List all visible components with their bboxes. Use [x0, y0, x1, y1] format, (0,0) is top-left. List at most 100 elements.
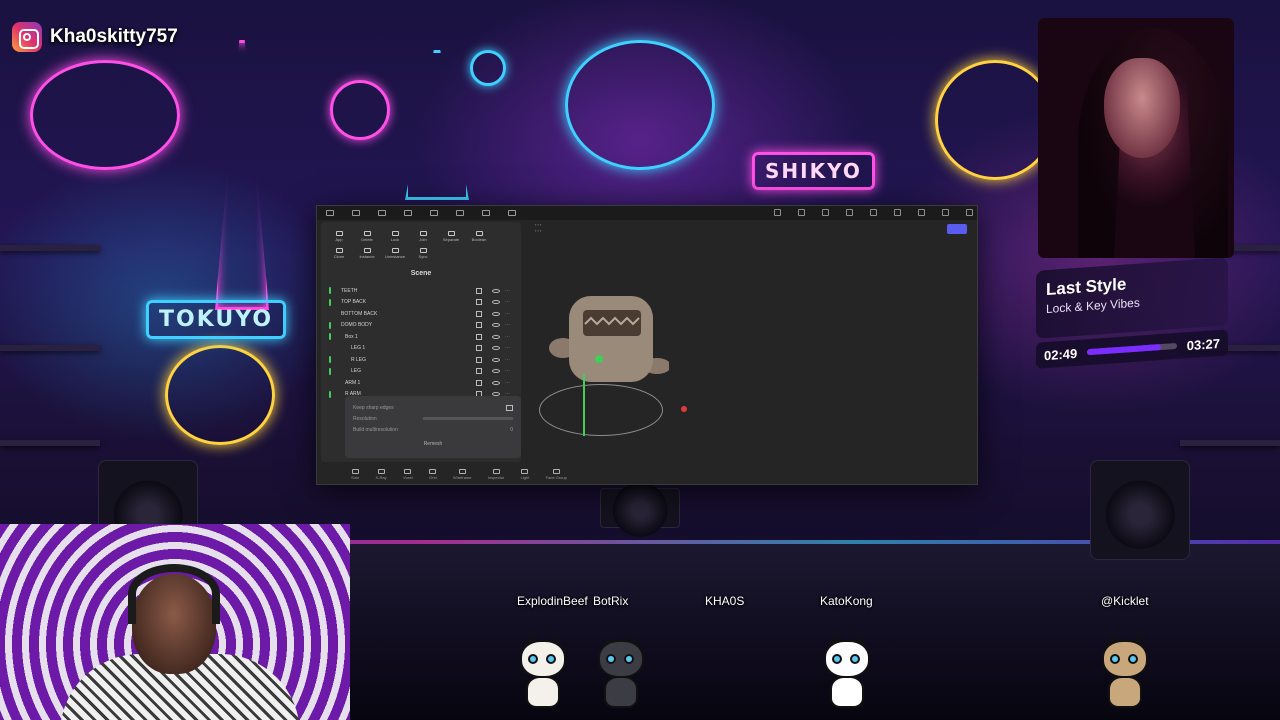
camera-icon[interactable]	[456, 210, 464, 216]
remesh-button[interactable]: Remesh	[353, 441, 513, 447]
more-icon[interactable]: ⋯	[505, 288, 513, 294]
move-icon[interactable]	[798, 209, 805, 216]
menu-icon[interactable]	[326, 210, 334, 216]
keep-sharp-label: Keep sharp edges	[353, 404, 394, 411]
more-icon[interactable]: ⋯	[505, 368, 513, 374]
hierarchy-row[interactable]: TOP BACK ⋯	[329, 297, 513, 309]
eye-icon[interactable]	[492, 380, 500, 385]
gizmo-red-handle[interactable]	[681, 406, 687, 412]
scene-icon[interactable]	[378, 210, 386, 216]
hierarchy-item-label: LEG 1	[351, 345, 366, 352]
visibility-marker	[329, 333, 331, 341]
paint-icon[interactable]	[894, 209, 901, 216]
hierarchy-row[interactable]: ARM 1 ⋯	[329, 377, 513, 389]
viewer-cat-avatar-1	[516, 636, 570, 710]
gallery-icon[interactable]	[508, 210, 516, 216]
scene-tool-separate[interactable]: Separate	[439, 227, 463, 242]
visibility-marker	[329, 310, 331, 317]
hierarchy-checkbox[interactable]	[476, 322, 482, 329]
scene-tool-delete[interactable]: Delete	[355, 227, 379, 242]
smooth-icon[interactable]	[822, 209, 829, 216]
bottom-tool-x-ray[interactable]: X-Ray	[376, 468, 387, 480]
viewer-cat-avatar-2	[594, 636, 648, 710]
more-icon[interactable]: ⋯	[505, 345, 513, 351]
hierarchy-row[interactable]: TEETH ⋯	[329, 285, 513, 297]
hierarchy-row[interactable]: DOMO BODY ⋯	[329, 320, 513, 332]
hierarchy-checkbox[interactable]	[476, 368, 482, 375]
eye-icon[interactable]	[492, 311, 500, 316]
eye-icon[interactable]	[492, 323, 500, 328]
bottom-tool-face-group[interactable]: Face Group	[546, 468, 567, 480]
eye-icon[interactable]	[492, 369, 500, 374]
multires-row[interactable]: Build multiresolution 0	[353, 424, 513, 435]
hierarchy-checkbox[interactable]	[476, 299, 482, 306]
bottom-tool-solo[interactable]: Solo	[351, 468, 359, 480]
hierarchy-checkbox[interactable]	[476, 310, 482, 317]
settings-icon[interactable]	[404, 210, 412, 216]
more-icon[interactable]: ⋯	[505, 299, 513, 305]
scene-tool-label: Boolean	[471, 237, 487, 242]
hierarchy-item-label: TEETH	[341, 287, 358, 294]
keep-sharp-checkbox[interactable]	[506, 404, 513, 411]
hierarchy-item-label: LEG	[351, 368, 362, 375]
scene-tool-app[interactable]: App	[327, 227, 351, 242]
gizmo-icon[interactable]	[942, 209, 949, 216]
viewport-model[interactable]	[549, 296, 669, 396]
eye-icon[interactable]	[492, 357, 500, 362]
hierarchy-row[interactable]: BOTTOM BACK ⋯	[329, 308, 513, 320]
more-icon[interactable]: ⋯	[505, 311, 513, 317]
history-icon[interactable]	[966, 209, 973, 216]
hierarchy-row[interactable]: Box 1 ⋯	[329, 331, 513, 343]
transform-icon[interactable]	[918, 209, 925, 216]
bottom-tool-wireframe[interactable]: Wireframe	[453, 468, 472, 480]
right-toolbar-button[interactable]	[947, 224, 967, 234]
hierarchy-checkbox[interactable]	[476, 356, 482, 363]
brush-icon[interactable]	[774, 209, 781, 216]
hierarchy-checkbox[interactable]	[476, 379, 482, 386]
shelf-left-2	[0, 345, 100, 351]
bottom-tool-inspector[interactable]: Inspector	[488, 468, 504, 480]
total-time: 03:27	[1186, 335, 1220, 353]
scene-tool-join[interactable]: Join	[411, 227, 435, 242]
hierarchy-row[interactable]: R LEG ⋯	[329, 354, 513, 366]
scene-tool-instance[interactable]: Instance	[355, 244, 379, 259]
scene-tool-sync[interactable]: Sync	[411, 244, 435, 259]
material-icon[interactable]	[430, 210, 438, 216]
topology-icon[interactable]	[482, 210, 490, 216]
more-icon[interactable]: ⋯	[505, 357, 513, 363]
bottom-tool-voxel[interactable]: Voxel	[403, 468, 413, 480]
select-icon[interactable]	[870, 209, 877, 216]
scene-tool-boolean[interactable]: Boolean	[467, 227, 491, 242]
gizmo-green-handle[interactable]	[595, 355, 603, 363]
eye-icon[interactable]	[492, 300, 500, 305]
hierarchy-row[interactable]: LEG ⋯	[329, 366, 513, 378]
gizmo-y-axis[interactable]	[583, 374, 585, 436]
scene-tool-lock[interactable]: Lock	[383, 227, 407, 242]
scene-tool-label: Join	[419, 237, 427, 242]
bottom-tool-grid[interactable]: Grid	[429, 468, 437, 480]
scene-tool-clone[interactable]: Clone	[327, 244, 351, 259]
eye-icon[interactable]	[492, 346, 500, 351]
eye-icon[interactable]	[492, 288, 500, 293]
resolution-slider[interactable]	[423, 417, 513, 420]
tools-icon[interactable]	[352, 210, 360, 216]
hierarchy-checkbox[interactable]	[476, 287, 482, 294]
hierarchy-checkbox[interactable]	[476, 345, 482, 352]
bottom-tool-icon	[404, 468, 412, 474]
more-icon[interactable]: ⋯	[505, 380, 513, 386]
hierarchy-checkbox[interactable]	[476, 333, 482, 340]
eye-icon[interactable]	[492, 334, 500, 339]
progress-track	[1087, 342, 1177, 356]
transform-gizmo[interactable]	[539, 384, 663, 436]
shelf-right-3	[1180, 440, 1280, 446]
bottom-tool-light[interactable]: Light	[521, 468, 529, 480]
viewer-name-2: BotRix	[593, 594, 629, 608]
keep-sharp-row[interactable]: Keep sharp edges	[353, 402, 513, 413]
more-icon[interactable]: ⋯	[505, 322, 513, 328]
hierarchy-row[interactable]: LEG 1 ⋯	[329, 343, 513, 355]
mask-icon[interactable]	[846, 209, 853, 216]
resolution-row[interactable]: Resolution	[353, 413, 513, 424]
scene-tool-uninstance[interactable]: Uninstance	[383, 244, 407, 259]
more-icon[interactable]: ⋯	[505, 334, 513, 340]
scene-tool-label: Instance	[359, 254, 375, 259]
